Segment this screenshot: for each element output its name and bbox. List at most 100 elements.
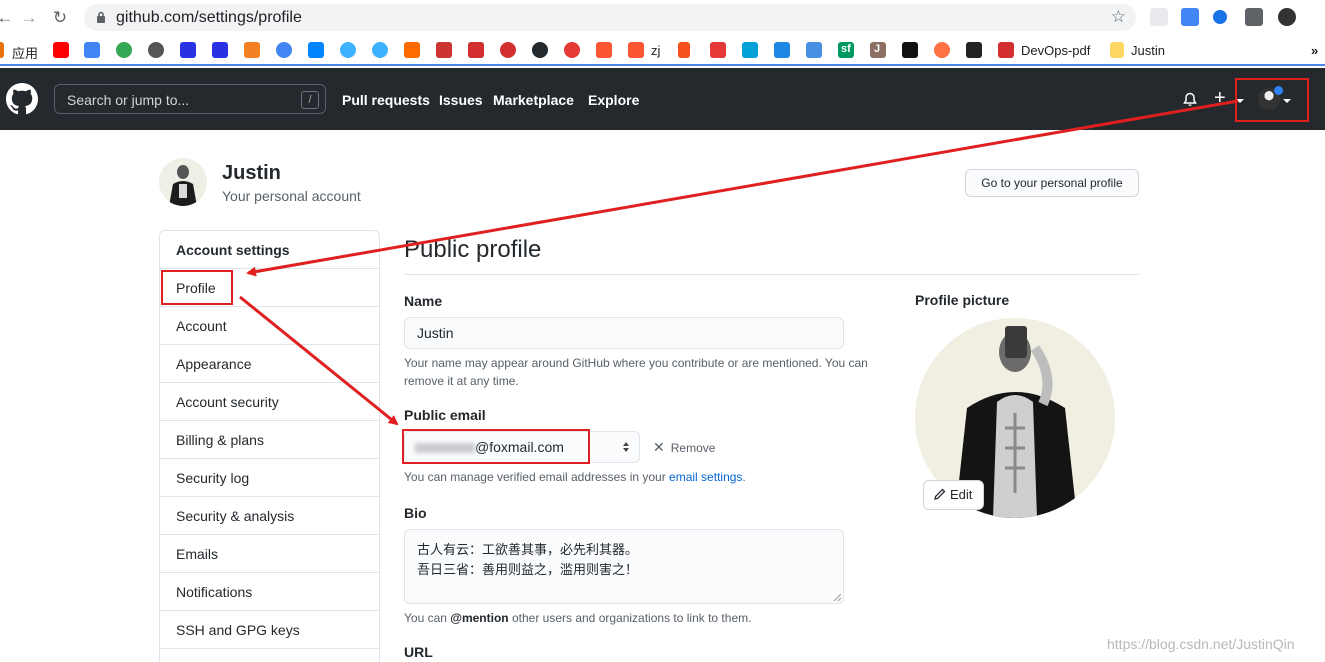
browser-profile-avatar[interactable] (1278, 8, 1296, 26)
nav-explore[interactable]: Explore (588, 92, 639, 108)
sidebar-item-appearance[interactable]: Appearance (160, 345, 379, 383)
puzzle-icon[interactable] (1245, 8, 1263, 26)
address-bar[interactable]: github.com/settings/profile ☆ (84, 4, 1136, 31)
resize-handle-icon[interactable] (833, 593, 841, 601)
bell-icon[interactable] (1182, 92, 1198, 108)
public-email-select[interactable]: @foxmail.com (404, 431, 640, 463)
remove-email-button[interactable]: ✕ Remove (653, 439, 715, 456)
github-bookmark-icon[interactable] (532, 42, 548, 58)
name-help-text: Your name may appear around GitHub where… (404, 356, 868, 388)
email-settings-link[interactable]: email settings (669, 470, 742, 484)
chrome-icon[interactable] (116, 42, 132, 58)
select-arrows-icon (623, 442, 629, 452)
bio-help-prefix: You can (404, 611, 451, 625)
bookmark-apps[interactable]: 应用 (12, 43, 38, 62)
public-email-value: @foxmail.com (475, 439, 564, 455)
more-bookmarks-icon[interactable]: » (1311, 43, 1318, 58)
p-icon[interactable] (500, 42, 516, 58)
swirl-icon[interactable] (934, 42, 950, 58)
bookmark-devops-pdf[interactable]: DevOps-pdf (1021, 43, 1090, 58)
at-icon[interactable] (468, 42, 484, 58)
sidebar-item-ssh-gpg[interactable]: SSH and GPG keys (160, 611, 379, 649)
sidebar-item-account[interactable]: Account (160, 307, 379, 345)
browser-toolbar: ← → ↻ github.com/settings/profile ☆ (0, 0, 1325, 35)
terminal-icon[interactable] (902, 42, 918, 58)
nav-pull-requests[interactable]: Pull requests (342, 92, 430, 108)
email-help-suffix: . (742, 470, 746, 484)
close-icon: ✕ (653, 439, 665, 455)
flame-icon[interactable] (678, 42, 690, 58)
forward-icon[interactable]: → (18, 7, 40, 29)
chat-red-icon[interactable] (710, 42, 726, 58)
back-icon[interactable]: ← (0, 7, 16, 29)
status-dot-icon (1274, 86, 1283, 95)
name-label: Name (404, 293, 443, 309)
account-subtitle: Your personal account (222, 188, 361, 204)
account-name: Justin (222, 162, 281, 184)
bookmark-star-icon[interactable]: ☆ (1111, 7, 1126, 27)
usf-icon[interactable] (966, 42, 982, 58)
apps-grid-icon[interactable] (0, 42, 4, 58)
youtube-icon[interactable] (53, 42, 69, 58)
sidebar-item-security-log[interactable]: Security log (160, 459, 379, 497)
url-text: github.com/settings/profile (116, 9, 302, 26)
sidebar-item-billing[interactable]: Billing & plans (160, 421, 379, 459)
sidebar-item-emails[interactable]: Emails (160, 535, 379, 573)
bio-help-suffix: other users and organizations to link to… (508, 611, 752, 625)
nav-marketplace[interactable]: Marketplace (493, 92, 574, 108)
plus-icon[interactable]: + (1214, 87, 1226, 110)
translate-icon[interactable] (1181, 8, 1199, 26)
bookmark-justin[interactable]: Justin (1131, 43, 1165, 58)
reload-icon[interactable]: ↻ (49, 7, 71, 29)
mention-text: @mention (450, 611, 509, 625)
bio-line-1: 古人有云：工欲善其事，必先利其器。 (417, 542, 639, 557)
g-red-icon[interactable] (564, 42, 580, 58)
name-input[interactable]: Justin (404, 317, 844, 349)
pdf-icon[interactable] (998, 42, 1014, 58)
bilibili-icon[interactable] (742, 42, 758, 58)
baidu-2-icon[interactable] (212, 42, 228, 58)
google-translate-icon[interactable] (84, 42, 100, 58)
extension-bird-icon[interactable] (1150, 8, 1168, 26)
folder-icon[interactable] (1110, 42, 1124, 58)
chevron-down-icon[interactable] (1236, 99, 1244, 103)
lock-icon (97, 11, 105, 23)
search-input[interactable]: Search or jump to... / (54, 84, 326, 114)
extension-rocket-icon[interactable] (1213, 10, 1227, 24)
email-help-prefix: You can manage verified email addresses … (404, 470, 670, 484)
edit-picture-label: Edit (950, 487, 973, 502)
bio-label: Bio (404, 505, 427, 521)
csdn-2-icon[interactable] (628, 42, 644, 58)
bookmarks-bar: 应用 zj sf J DevOps-pdf Justin » (0, 35, 1325, 66)
csdn-icon[interactable] (596, 42, 612, 58)
remove-email-label: Remove (670, 441, 716, 455)
layers-icon[interactable] (806, 42, 822, 58)
bookmark-zj[interactable]: zj (651, 43, 660, 58)
sidebar-item-notifications[interactable]: Notifications (160, 573, 379, 611)
blue-square-icon[interactable] (774, 42, 790, 58)
bio-textarea[interactable]: 古人有云：工欲善其事，必先利其器。 吾日三省：善用则益之，滥用则害之！ (404, 529, 844, 604)
google-icon[interactable] (276, 42, 292, 58)
pencil-icon (934, 488, 946, 500)
bookmark-sf: sf (841, 43, 851, 55)
cloud-2-icon[interactable] (372, 42, 388, 58)
zhihu-icon[interactable] (308, 42, 324, 58)
profile-picture-label: Profile picture (915, 292, 1010, 308)
go-to-profile-button[interactable]: Go to your personal profile (965, 169, 1139, 197)
apple-icon[interactable] (148, 42, 164, 58)
edit-picture-button[interactable]: Edit (923, 480, 984, 510)
baidu-icon[interactable] (180, 42, 196, 58)
sidebar-heading: Account settings (160, 231, 379, 269)
sidebar-item-account-security[interactable]: Account security (160, 383, 379, 421)
avatar-chevron-down-icon[interactable] (1283, 99, 1291, 103)
sidebar-item-profile[interactable]: Profile (160, 269, 379, 307)
account-avatar (159, 158, 207, 206)
watermark-text: https://blog.csdn.net/JustinQin (1107, 636, 1295, 652)
github-logo-icon[interactable] (6, 83, 38, 115)
gk-icon[interactable] (436, 42, 452, 58)
sidebar-item-security-analysis[interactable]: Security & analysis (160, 497, 379, 535)
nav-issues[interactable]: Issues (439, 92, 483, 108)
code-icon[interactable] (404, 42, 420, 58)
cloud-icon[interactable] (340, 42, 356, 58)
stackoverflow-icon[interactable] (244, 42, 260, 58)
